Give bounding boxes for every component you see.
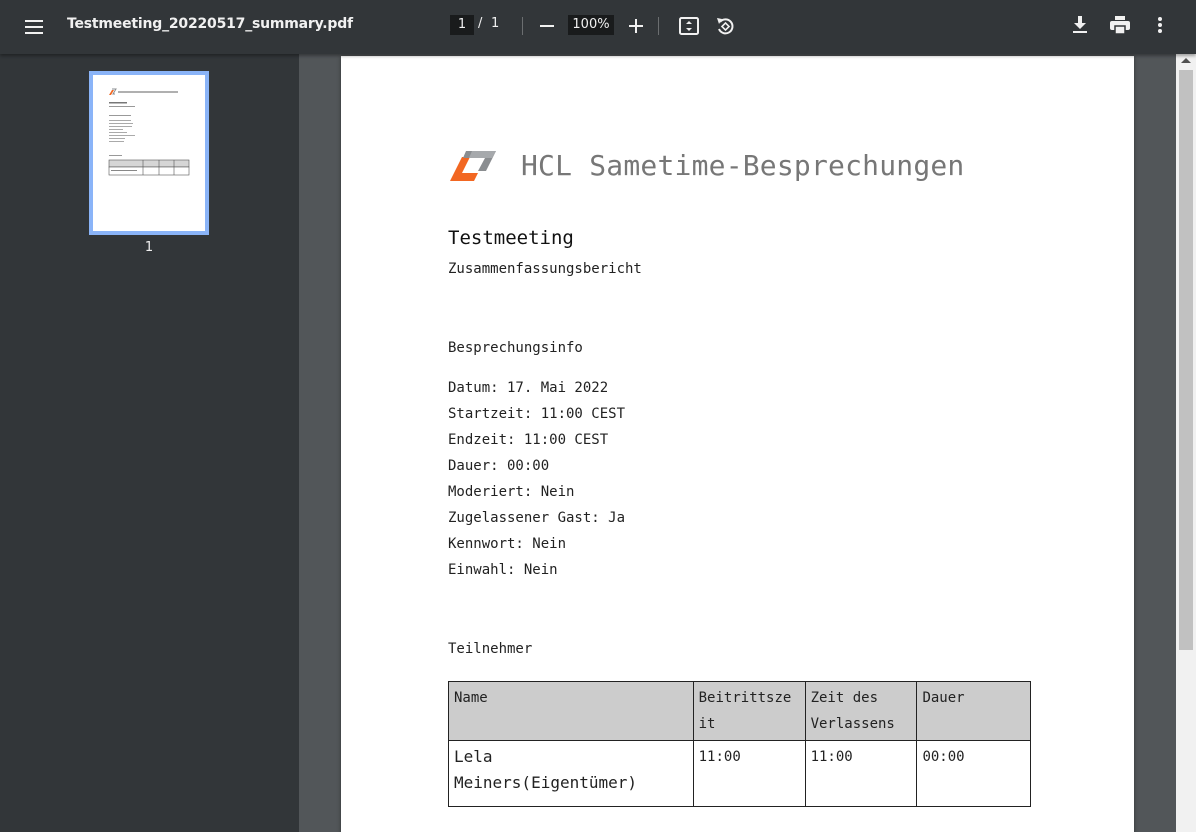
fit-to-page-button[interactable] — [674, 11, 704, 41]
printer-icon — [1110, 16, 1130, 34]
zoom-in-button[interactable] — [622, 11, 650, 41]
page-number-input[interactable]: 1 — [450, 15, 474, 35]
pdf-toolbar: Testmeeting_20220517_summary.pdf 1 / 1 1… — [0, 0, 1196, 54]
menu-button[interactable] — [18, 11, 50, 43]
table-row: Lela Meiners(Eigentümer) 11:00 11:00 00:0… — [448, 740, 1031, 807]
cell-leave-time: 11:00 — [804, 740, 918, 807]
rotate-button[interactable] — [710, 11, 740, 41]
header-join-time: Beitrittsze it — [692, 681, 806, 741]
document-title: Testmeeting — [448, 227, 574, 249]
scroll-up-arrow-icon[interactable] — [1181, 58, 1191, 63]
vertical-dots-icon — [1158, 17, 1162, 33]
download-icon — [1073, 16, 1087, 33]
header-name: Name — [448, 681, 694, 741]
table-header-row: Name Beitrittsze it Zeit des Verlassens Da… — [448, 681, 1031, 741]
thumbnail-preview — [108, 88, 190, 176]
print-button[interactable] — [1105, 10, 1135, 40]
cell-join-time: 11:00 — [692, 740, 806, 807]
info-line-dial-in: Einwahl: Nein — [448, 562, 558, 578]
document-viewer[interactable]: HCL Sametime-Besprechungen Testmeeting Z… — [299, 54, 1176, 832]
info-line-start-time: Startzeit: 11:00 CEST — [448, 406, 626, 422]
toolbar-divider — [522, 17, 523, 35]
page-separator: / — [478, 16, 483, 31]
rotate-counterclockwise-icon — [717, 18, 734, 35]
document-brand-heading: HCL Sametime-Besprechungen — [521, 149, 965, 182]
info-line-end-time: Endzeit: 11:00 CEST — [448, 432, 609, 448]
thumbnail-page-label: 1 — [144, 240, 154, 255]
scrollbar-thumb[interactable] — [1179, 70, 1193, 650]
meeting-info-heading: Besprechungsinfo — [448, 340, 583, 356]
cell-participant-name: Lela Meiners(Eigentümer) — [448, 740, 694, 807]
info-line-moderated: Moderiert: Nein — [448, 484, 575, 500]
page-thumbnail[interactable] — [89, 71, 209, 235]
file-title: Testmeeting_20220517_summary.pdf — [67, 16, 353, 32]
cell-duration: 00:00 — [916, 740, 1031, 807]
plus-icon — [629, 19, 643, 33]
pdf-page: HCL Sametime-Besprechungen Testmeeting Z… — [341, 56, 1134, 832]
minus-icon — [540, 25, 554, 27]
download-button[interactable] — [1066, 10, 1094, 40]
thumbnail-sidebar: 1 — [0, 54, 299, 832]
hamburger-menu-icon — [25, 20, 43, 34]
info-line-date: Datum: 17. Mai 2022 — [448, 380, 609, 396]
header-leave-time: Zeit des Verlassens — [804, 681, 918, 741]
hcl-sametime-logo — [450, 151, 496, 181]
info-line-password: Kennwort: Nein — [448, 536, 567, 552]
more-options-button[interactable] — [1146, 10, 1174, 40]
toolbar-divider — [658, 17, 659, 35]
participants-table: Name Beitrittsze it Zeit des Verlassens Da… — [448, 681, 1031, 807]
vertical-scrollbar[interactable] — [1176, 54, 1196, 832]
page-total: 1 — [491, 16, 500, 31]
fit-page-icon — [679, 17, 699, 35]
header-duration: Dauer — [916, 681, 1031, 741]
info-line-duration: Dauer: 00:00 — [448, 458, 550, 474]
participants-heading: Teilnehmer — [448, 641, 533, 657]
info-line-guest-allowed: Zugelassener Gast: Ja — [448, 510, 626, 526]
zoom-out-button[interactable] — [533, 11, 561, 41]
zoom-level-input[interactable]: 100% — [568, 15, 614, 35]
document-subtitle: Zusammenfassungsbericht — [448, 261, 642, 277]
